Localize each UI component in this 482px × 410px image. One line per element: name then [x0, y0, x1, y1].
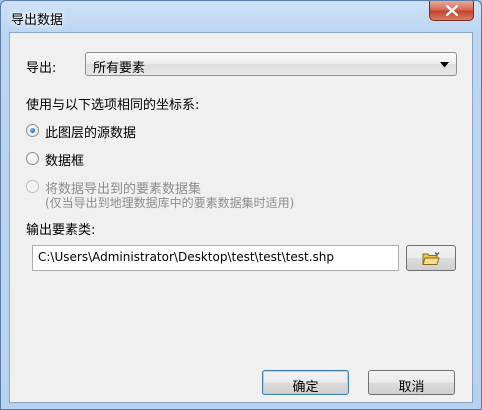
radio-button[interactable]: [26, 152, 39, 165]
output-path-input[interactable]: [38, 250, 393, 264]
cancel-button[interactable]: 取消: [368, 370, 455, 395]
radio-feature-dataset-note: (仅当导出到地理数据库中的要素数据集时适用): [45, 196, 295, 210]
radio-layer-source-label: 此图层的源数据: [45, 126, 137, 141]
ok-button-label: 确定: [292, 380, 319, 395]
radio-button-disabled: [26, 180, 39, 193]
window-title: 导出数据: [11, 13, 64, 28]
export-select[interactable]: 所有要素: [85, 52, 457, 76]
close-button[interactable]: [429, 1, 474, 21]
title-bar[interactable]: 导出数据: [1, 1, 481, 33]
open-folder-icon: [422, 252, 440, 265]
output-path-field[interactable]: [32, 245, 399, 271]
cancel-button-label: 取消: [398, 380, 425, 395]
export-label: 导出:: [26, 61, 57, 76]
browse-button[interactable]: [406, 245, 456, 271]
dialog-body: 导出: 所有要素 使用与以下选项相同的坐标系: 此图层的源数据 数据框 将数据导…: [9, 32, 473, 403]
coordinate-system-heading: 使用与以下选项相同的坐标系:: [26, 98, 200, 113]
radio-button-checked[interactable]: [26, 124, 39, 137]
close-icon: [446, 5, 458, 16]
export-data-dialog: 导出数据 导出: 所有要素 使用与以下选项相同的坐标系: 此图层的源数据 数据框…: [0, 0, 482, 410]
radio-data-frame-label: 数据框: [45, 154, 85, 169]
export-select-value: 所有要素: [93, 61, 146, 76]
ok-button[interactable]: 确定: [262, 370, 349, 395]
chevron-down-icon: [440, 62, 449, 68]
output-feature-class-label: 输出要素类:: [26, 223, 96, 238]
